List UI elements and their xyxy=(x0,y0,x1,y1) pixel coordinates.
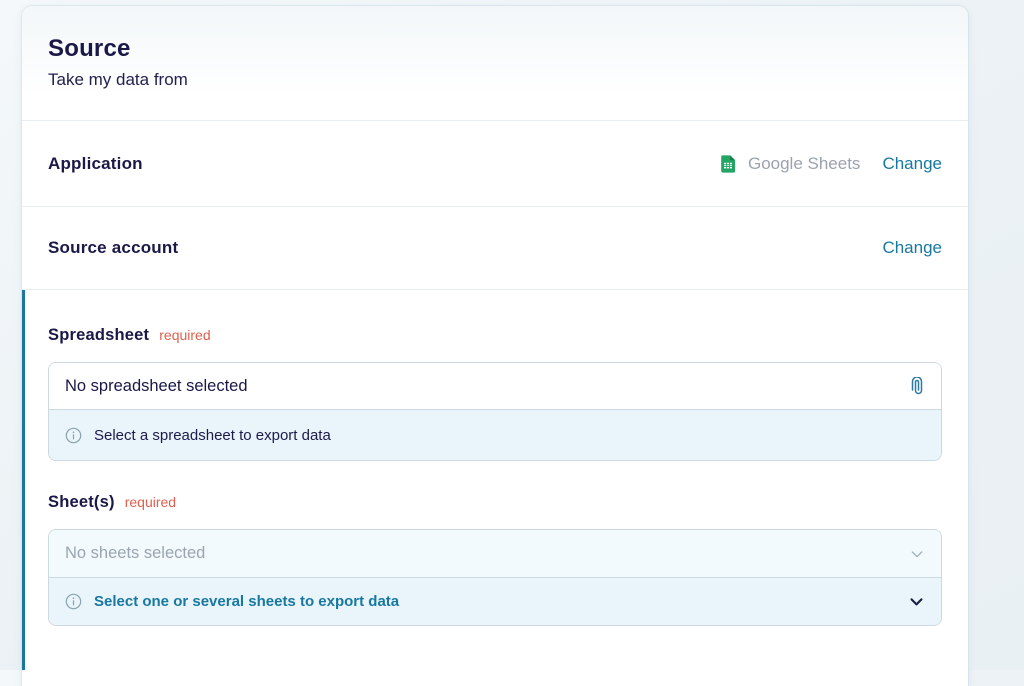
sheets-hint-text: Select one or several sheets to export d… xyxy=(94,593,908,610)
chevron-down-icon[interactable] xyxy=(909,546,925,562)
source-settings-section: Spreadsheet required No spreadsheet sele… xyxy=(22,290,968,670)
info-circle-icon xyxy=(65,427,82,444)
page-subtitle: Take my data from xyxy=(48,69,942,91)
source-account-row: Source account Change xyxy=(22,207,968,290)
source-panel-header: Source Take my data from xyxy=(22,6,968,121)
sheets-placeholder: No sheets selected xyxy=(65,544,205,563)
change-application-button[interactable]: Change xyxy=(882,154,942,174)
chevron-down-icon[interactable] xyxy=(908,593,925,610)
sheets-picker: No sheets selected Select one or several… xyxy=(48,529,942,626)
change-account-button[interactable]: Change xyxy=(882,238,942,258)
spreadsheet-required-badge: required xyxy=(159,327,210,343)
application-value: Google Sheets xyxy=(748,154,860,174)
sheets-hint-bar[interactable]: Select one or several sheets to export d… xyxy=(49,578,941,625)
spreadsheet-hint-bar: Select a spreadsheet to export data xyxy=(49,410,941,460)
source-account-label: Source account xyxy=(48,238,178,258)
sheets-field-label-line: Sheet(s) required xyxy=(48,493,942,513)
sheets-required-badge: required xyxy=(125,494,176,510)
info-circle-icon xyxy=(65,593,82,610)
application-row: Application Goo xyxy=(22,121,968,207)
selected-application: Google Sheets xyxy=(719,154,860,174)
spreadsheet-value: No spreadsheet selected xyxy=(65,377,248,396)
sheets-select[interactable]: No sheets selected xyxy=(49,530,941,578)
spreadsheet-hint-text: Select a spreadsheet to export data xyxy=(94,427,331,444)
google-sheets-icon xyxy=(719,155,737,173)
spreadsheet-input[interactable]: No spreadsheet selected xyxy=(49,363,941,410)
paperclip-icon[interactable] xyxy=(909,377,925,395)
sheets-label: Sheet(s) xyxy=(48,493,115,512)
spreadsheet-picker: No spreadsheet selected Select a spreads… xyxy=(48,362,942,461)
application-label: Application xyxy=(48,154,143,174)
source-panel: Source Take my data from Application xyxy=(22,6,968,686)
spreadsheet-label: Spreadsheet xyxy=(48,326,149,345)
page-title: Source xyxy=(48,34,942,64)
spreadsheet-field-label-line: Spreadsheet required xyxy=(48,326,942,346)
